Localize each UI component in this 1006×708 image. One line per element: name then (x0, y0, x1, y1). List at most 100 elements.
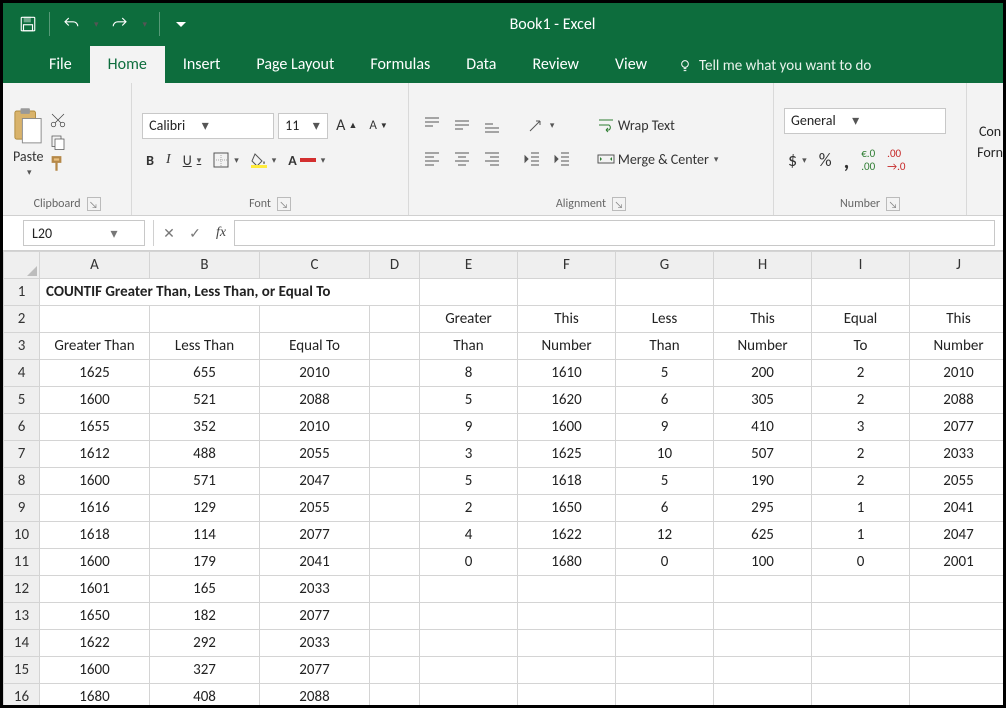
cell[interactable] (370, 414, 420, 441)
cell[interactable]: 3 (420, 441, 518, 468)
tab-insert[interactable]: Insert (165, 46, 239, 83)
cell[interactable] (370, 576, 420, 603)
cell[interactable] (812, 684, 910, 706)
cell[interactable] (370, 684, 420, 706)
row-header[interactable]: 6 (4, 414, 40, 441)
cancel-formula-icon[interactable]: ✕ (156, 220, 182, 246)
redo-dropdown[interactable]: ▾ (143, 19, 148, 30)
cell[interactable]: 1655 (40, 414, 150, 441)
col-header-H[interactable]: H (714, 252, 812, 279)
cell[interactable]: Greater Than (40, 333, 150, 360)
cell[interactable] (420, 603, 518, 630)
fill-color-button[interactable]: ▾ (247, 149, 281, 171)
row-header[interactable]: 7 (4, 441, 40, 468)
cell[interactable]: 8 (420, 360, 518, 387)
cell[interactable]: 507 (714, 441, 812, 468)
cell[interactable]: 1600 (40, 387, 150, 414)
cell[interactable] (420, 630, 518, 657)
cell[interactable]: 1600 (40, 549, 150, 576)
decrease-indent-icon[interactable] (519, 147, 545, 171)
cell[interactable] (714, 630, 812, 657)
cell[interactable] (260, 306, 370, 333)
undo-icon[interactable] (62, 15, 80, 33)
select-all-button[interactable] (4, 252, 40, 279)
col-header-A[interactable]: A (40, 252, 150, 279)
cell[interactable]: 2047 (260, 468, 370, 495)
cell[interactable]: 1650 (518, 495, 616, 522)
cell[interactable]: 4 (420, 522, 518, 549)
cell[interactable]: 129 (150, 495, 260, 522)
font-size-combo[interactable]: 11▾ (278, 113, 328, 139)
cell[interactable]: This (518, 306, 616, 333)
italic-button[interactable]: I (162, 149, 175, 171)
row-header[interactable]: 15 (4, 657, 40, 684)
worksheet-grid[interactable]: A B C D E F G H I J 1COUNTIF Greater Tha… (3, 251, 1003, 705)
cell[interactable]: 408 (150, 684, 260, 706)
cell[interactable]: To (812, 333, 910, 360)
cell[interactable]: 625 (714, 522, 812, 549)
row-header[interactable]: 1 (4, 279, 40, 306)
cell[interactable] (518, 684, 616, 706)
merge-center-button[interactable]: Merge & Center▾ (593, 147, 723, 171)
cell[interactable]: Equal To (260, 333, 370, 360)
cell[interactable] (370, 468, 420, 495)
cell[interactable] (910, 684, 1004, 706)
col-header-D[interactable]: D (370, 252, 420, 279)
increase-indent-icon[interactable] (549, 147, 575, 171)
cell[interactable] (616, 279, 714, 306)
cell[interactable] (518, 657, 616, 684)
cell[interactable] (616, 684, 714, 706)
cell[interactable]: 2033 (910, 441, 1004, 468)
copy-icon[interactable] (49, 133, 67, 151)
cell[interactable]: 1600 (40, 657, 150, 684)
cell[interactable]: Less Than (150, 333, 260, 360)
cell[interactable]: 655 (150, 360, 260, 387)
cell[interactable]: 2077 (260, 522, 370, 549)
cell[interactable]: 1600 (518, 414, 616, 441)
col-header-B[interactable]: B (150, 252, 260, 279)
cell[interactable]: 1680 (518, 549, 616, 576)
cell[interactable]: 410 (714, 414, 812, 441)
percent-format-button[interactable]: % (815, 146, 836, 174)
cell[interactable]: 2077 (910, 414, 1004, 441)
cell[interactable]: 1680 (40, 684, 150, 706)
tab-formulas[interactable]: Formulas (352, 46, 448, 83)
cell[interactable]: 1601 (40, 576, 150, 603)
cell[interactable]: 1622 (518, 522, 616, 549)
cell[interactable] (518, 279, 616, 306)
cell[interactable] (812, 603, 910, 630)
cell[interactable]: 2010 (910, 360, 1004, 387)
cell[interactable]: 1616 (40, 495, 150, 522)
cell[interactable]: 2 (420, 495, 518, 522)
cell[interactable]: 2077 (260, 657, 370, 684)
cell[interactable] (150, 306, 260, 333)
cell[interactable] (518, 576, 616, 603)
cell[interactable] (714, 576, 812, 603)
align-bottom-icon[interactable] (479, 113, 505, 137)
cell[interactable]: 2041 (260, 549, 370, 576)
row-header[interactable]: 2 (4, 306, 40, 333)
cell[interactable] (370, 306, 420, 333)
cell[interactable]: 2033 (260, 576, 370, 603)
cell[interactable]: 2 (812, 387, 910, 414)
align-right-icon[interactable] (479, 147, 505, 171)
cell[interactable] (420, 684, 518, 706)
cell[interactable]: 327 (150, 657, 260, 684)
wrap-text-button[interactable]: Wrap Text (593, 113, 723, 137)
cell[interactable]: 0 (420, 549, 518, 576)
cell[interactable]: 5 (616, 468, 714, 495)
cell[interactable]: 2055 (260, 441, 370, 468)
cell[interactable]: Equal (812, 306, 910, 333)
cell[interactable]: 2010 (260, 414, 370, 441)
font-color-button[interactable]: A▾ (284, 149, 329, 172)
cell[interactable]: 2055 (910, 468, 1004, 495)
cell[interactable]: 1610 (518, 360, 616, 387)
align-center-icon[interactable] (449, 147, 475, 171)
decrease-font-icon[interactable]: A▼ (365, 115, 391, 136)
cell[interactable] (910, 279, 1004, 306)
cell[interactable]: 1625 (40, 360, 150, 387)
tell-me-search[interactable]: Tell me what you want to do (665, 49, 883, 83)
save-icon[interactable] (19, 15, 37, 33)
cell[interactable]: 2 (812, 468, 910, 495)
cell[interactable] (714, 657, 812, 684)
